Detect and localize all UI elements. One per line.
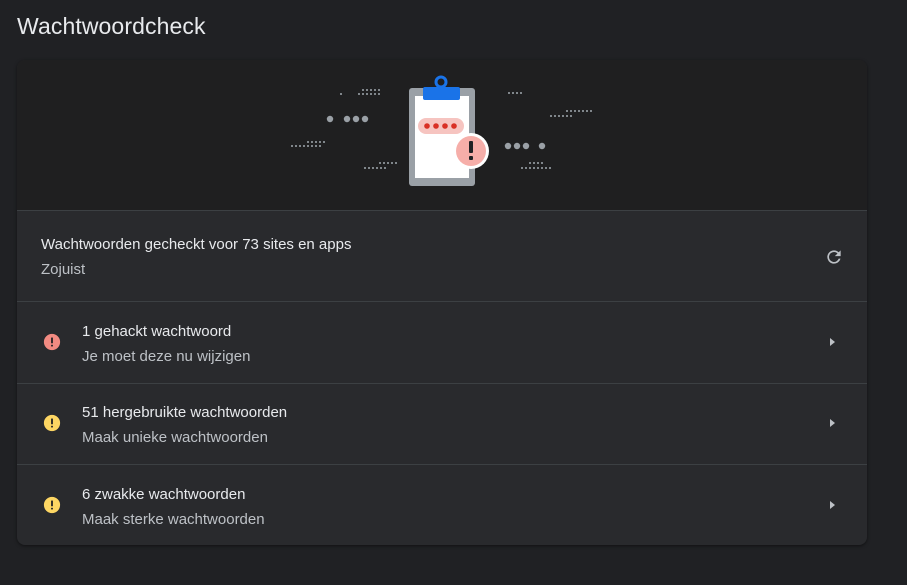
reused-passwords-subtitle: Maak unieke wachtwoorden — [82, 429, 268, 446]
check-status-title: Wachtwoorden gecheckt voor 73 sites en a… — [41, 236, 352, 253]
reused-passwords-row[interactable]: 51 hergebruikte wachtwoorden Maak unieke… — [17, 383, 867, 465]
chevron-right-icon — [830, 338, 835, 346]
error-icon — [43, 333, 61, 351]
weak-passwords-title: 6 zwakke wachtwoorden — [82, 486, 246, 503]
weak-passwords-row[interactable]: 6 zwakke wachtwoorden Maak sterke wachtw… — [17, 465, 867, 545]
compromised-passwords-row[interactable]: 1 gehackt wachtwoord Je moet deze nu wij… — [17, 302, 867, 384]
reused-passwords-title: 51 hergebruikte wachtwoorden — [82, 404, 288, 421]
compromised-passwords-subtitle: Je moet deze nu wijzigen — [82, 348, 251, 365]
refresh-button[interactable] — [821, 244, 847, 270]
warning-icon — [43, 496, 61, 514]
check-status-time: Zojuist — [41, 261, 86, 278]
password-check-card: Wachtwoorden gecheckt voor 73 sites en a… — [17, 60, 867, 545]
check-status-row: Wachtwoorden gecheckt voor 73 sites en a… — [17, 211, 867, 302]
clipboard-password-alert-icon — [291, 75, 592, 186]
page-title: Wachtwoordcheck — [17, 13, 206, 39]
chevron-right-icon — [830, 501, 835, 509]
warning-icon — [43, 414, 61, 432]
refresh-icon — [827, 250, 841, 264]
weak-passwords-subtitle: Maak sterke wachtwoorden — [82, 511, 265, 528]
chevron-right-icon — [830, 419, 835, 427]
compromised-passwords-title: 1 gehackt wachtwoord — [82, 323, 232, 340]
illustration-banner — [17, 60, 867, 211]
